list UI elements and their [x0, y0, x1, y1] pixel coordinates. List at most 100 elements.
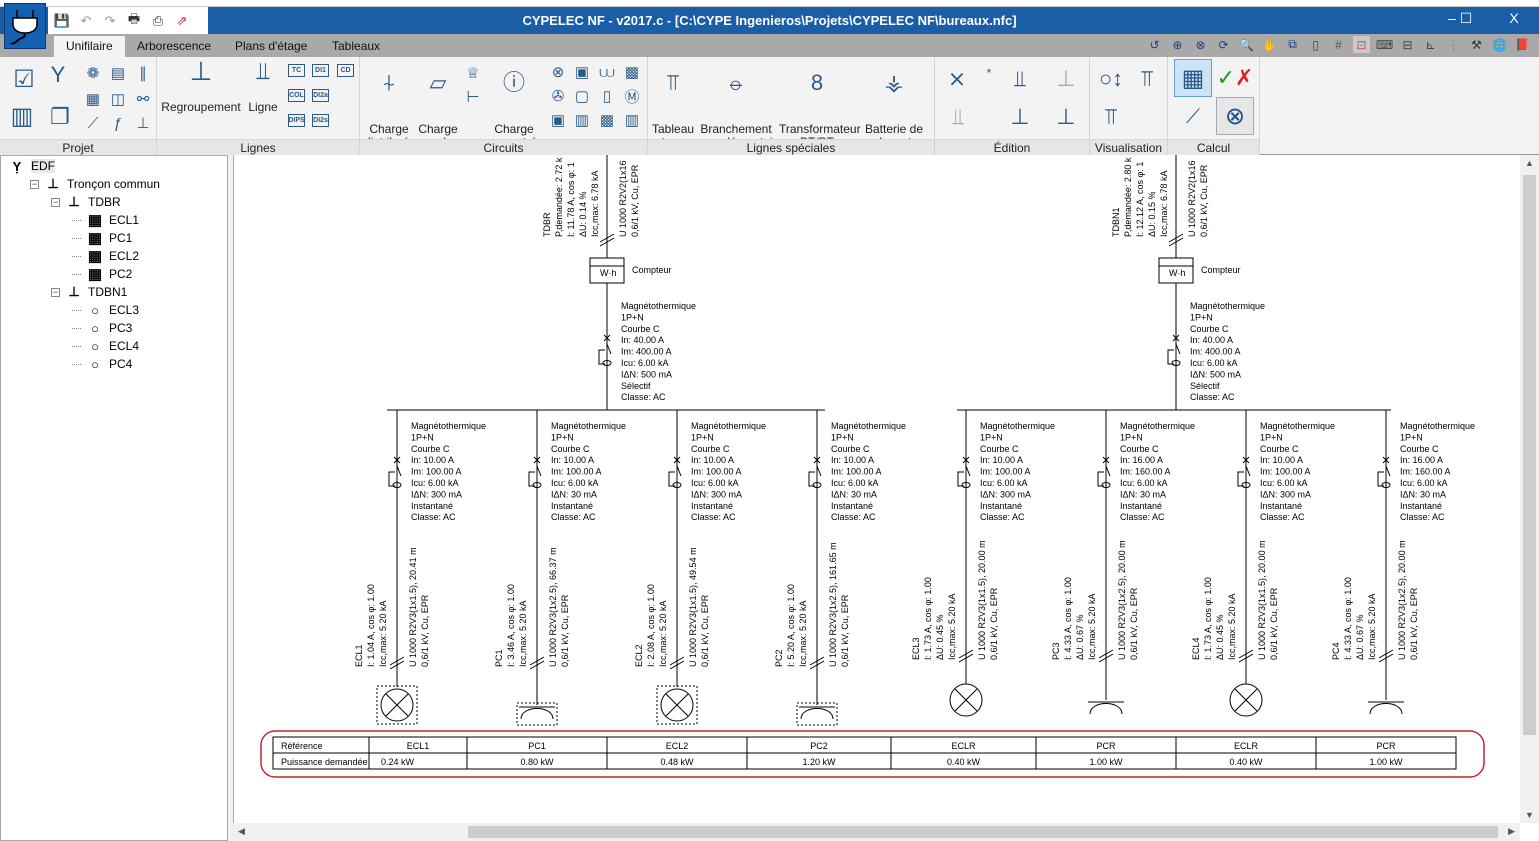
- magic-wand-icon[interactable]: ⟋: [83, 113, 103, 133]
- tree-item-label: Tronçon commun: [67, 177, 160, 191]
- tab-arborescence[interactable]: Arborescence: [125, 36, 223, 57]
- dimension-icon[interactable]: ⊟: [1399, 36, 1416, 53]
- tree-item-tdbn1[interactable]: − ⊥ TDBN1: [51, 284, 127, 300]
- regroupement-button[interactable]: ⊥ Regroupement: [161, 58, 241, 114]
- tree-item-pc1[interactable]: ▦ PC1: [72, 230, 132, 247]
- refresh-icon[interactable]: ⟳: [1215, 36, 1232, 53]
- panel-3-icon[interactable]: ▩: [622, 62, 642, 82]
- scroll-up-icon[interactable]: ▲: [1525, 158, 1534, 168]
- vertical-scrollbar[interactable]: ▲ ▼: [1520, 155, 1539, 823]
- scroll-down-icon[interactable]: ▼: [1525, 810, 1534, 820]
- tree-item-ecl4[interactable]: ○ ECL4: [72, 338, 139, 354]
- breaker-hook: [1097, 471, 1104, 487]
- motor-icon[interactable]: Ⓜ: [622, 86, 642, 106]
- collapse-icon[interactable]: −: [30, 179, 39, 189]
- scroll-right-icon[interactable]: ▶: [1508, 826, 1515, 837]
- horizontal-scrollbar[interactable]: ◀ ▶: [233, 823, 1520, 841]
- heater-icon[interactable]: ⩊: [597, 62, 617, 82]
- ligne-button[interactable]: ⫫ Ligne: [244, 60, 282, 114]
- stamp-icon[interactable]: ⊥: [133, 113, 153, 133]
- expand-tree-icon[interactable]: ⫪: [1132, 65, 1162, 93]
- help-book-icon[interactable]: 📕: [1514, 36, 1531, 53]
- checkbox-check-icon[interactable]: ☑: [10, 65, 38, 93]
- tree-item-ecl3[interactable]: ○ ECL3: [72, 302, 139, 318]
- delete-line-icon[interactable]: ⨯: [945, 65, 969, 93]
- collapse-tree-icon[interactable]: ⫪: [1096, 103, 1126, 131]
- zoom-x2-icon[interactable]: ⊗: [1192, 36, 1209, 53]
- tree-item-pc2[interactable]: ▦ PC2: [72, 266, 132, 283]
- tree-item-ecl2[interactable]: ▦ ECL2: [72, 248, 139, 265]
- zoom-window-icon[interactable]: 🔍: [1238, 36, 1255, 53]
- line-edit-icon[interactable]: ƒ: [108, 113, 128, 133]
- pan-hand-icon[interactable]: ✋: [1261, 36, 1278, 53]
- col-button[interactable]: COL: [288, 89, 305, 102]
- tree-item-edf[interactable]: Ỵ EDF: [9, 158, 55, 174]
- fridge-icon[interactable]: ▯: [597, 86, 617, 106]
- close-button[interactable]: X: [1499, 10, 1529, 26]
- expand-node-icon[interactable]: ○↕: [1096, 65, 1126, 93]
- lamp-icon[interactable]: ⊗: [548, 62, 568, 82]
- cancel-icon[interactable]: ⊗: [1216, 97, 1254, 135]
- socket-8-icon[interactable]: ▣: [572, 62, 592, 82]
- move-down-icon[interactable]: ⊥: [1053, 103, 1079, 131]
- globe-icon[interactable]: 🌐: [1491, 36, 1508, 53]
- tree-item-tronçon-commun[interactable]: − ⊥ Tronçon commun: [30, 176, 160, 192]
- breaker-spec-text: IΔN: 300 mA: [1260, 489, 1311, 499]
- calculator-icon[interactable]: ▦: [83, 89, 103, 109]
- horizontal-scroll-thumb[interactable]: [468, 826, 1498, 838]
- breaker-hook: [1377, 471, 1384, 487]
- tree-item-pc4[interactable]: ○ PC4: [72, 356, 132, 372]
- network-icon[interactable]: ⚯: [133, 89, 153, 109]
- document-icon[interactable]: ▤: [108, 63, 128, 83]
- move-line-icon[interactable]: ⊥: [1007, 103, 1033, 131]
- tree-item-ecl1[interactable]: ▦ ECL1: [72, 212, 139, 229]
- oven-icon[interactable]: ▥: [572, 110, 592, 130]
- di2s-button[interactable]: DI2s: [312, 114, 329, 127]
- previous-view-icon[interactable]: ⧉: [1284, 36, 1301, 53]
- socket-5-icon[interactable]: ▣: [548, 110, 568, 130]
- chandelier-icon[interactable]: ♕: [463, 63, 483, 83]
- app-logo-plug-icon[interactable]: [4, 3, 46, 49]
- collapse-icon[interactable]: −: [51, 287, 60, 297]
- tree-item-tdbr[interactable]: − ⊥ TDBR: [51, 194, 121, 210]
- dips-button[interactable]: DIPS: [288, 114, 305, 127]
- panel-1-icon[interactable]: ▩: [597, 110, 617, 130]
- frame-icon[interactable]: ▯: [1307, 36, 1324, 53]
- scroll-left-icon[interactable]: ◀: [238, 826, 245, 837]
- magic-wand-icon[interactable]: ⟋: [1178, 103, 1208, 131]
- supply-antenna-icon[interactable]: Y: [48, 62, 68, 87]
- tree-item-pc3[interactable]: ○ PC3: [72, 320, 132, 336]
- maximize-button[interactable]: ☐: [1451, 10, 1481, 27]
- copy-line-icon[interactable]: ⫫: [1007, 65, 1033, 93]
- diagram-canvas[interactable]: TDBR P,demandée: 2.72 k I: 11.78 A, cos φ:…: [233, 155, 1520, 823]
- pages-switch-icon[interactable]: ❐: [46, 103, 74, 131]
- layers-icon[interactable]: ⋮: [1445, 36, 1462, 53]
- di1-button[interactable]: DI1: [312, 64, 329, 77]
- window-icon[interactable]: ◫: [108, 89, 128, 109]
- collapse-icon[interactable]: −: [51, 197, 60, 207]
- tab-plans-etage[interactable]: Plans d'étage: [223, 36, 319, 57]
- tc-button[interactable]: TC: [288, 64, 305, 77]
- tab-tableaux[interactable]: Tableaux: [320, 36, 392, 57]
- redraw-icon[interactable]: ↺: [1146, 36, 1163, 53]
- vertical-scroll-thumb[interactable]: [1523, 175, 1536, 735]
- zoom-extents-icon[interactable]: ⊕: [1169, 36, 1186, 53]
- keyboard-icon[interactable]: ⌨: [1376, 36, 1393, 53]
- snap-icon[interactable]: ⊡: [1353, 36, 1370, 53]
- cd-button[interactable]: CD: [337, 64, 354, 77]
- calculate-icon[interactable]: ▦: [1174, 59, 1212, 97]
- grid-icon[interactable]: #: [1330, 36, 1347, 53]
- connector-icon[interactable]: ⊢: [463, 87, 483, 107]
- angle-icon[interactable]: ⊾: [1422, 36, 1439, 53]
- appliance-icon[interactable]: ▢: [572, 86, 592, 106]
- tab-unifilaire[interactable]: Unifilaire: [54, 36, 125, 57]
- check-cross-icon[interactable]: ✓ ✗: [1217, 61, 1254, 95]
- tools-icon[interactable]: ⚒: [1468, 36, 1485, 53]
- radiator-icon[interactable]: ▥: [622, 110, 642, 130]
- edit-bars-icon[interactable]: ∥: [133, 63, 153, 83]
- project-grid-icon[interactable]: ▥: [8, 101, 36, 131]
- di2a-button[interactable]: DI2a: [312, 89, 329, 102]
- settings-flower-icon[interactable]: ❁: [83, 63, 103, 83]
- delete-small-icon[interactable]: *: [979, 63, 999, 83]
- fan-icon[interactable]: ✇: [548, 86, 568, 106]
